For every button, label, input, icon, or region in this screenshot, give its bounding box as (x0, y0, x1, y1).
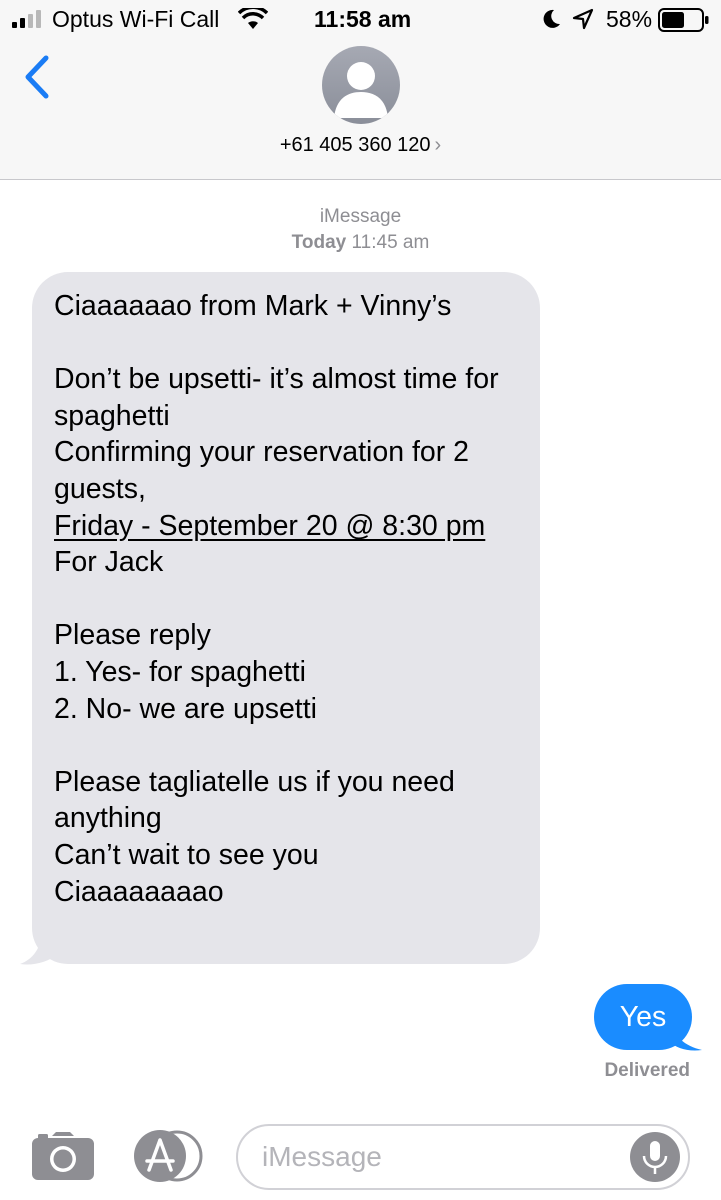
message-line: Confirming your reservation for 2 guests… (54, 436, 477, 505)
dictation-button[interactable] (630, 1132, 680, 1182)
message-timestamp: Today 11:45 am (0, 232, 721, 254)
battery-percent: 58% (606, 6, 653, 32)
chevron-right-icon: › (434, 134, 442, 156)
contact-avatar[interactable] (322, 46, 400, 124)
carrier-name: Optus Wi-Fi Call (52, 6, 220, 32)
status-bar: Optus Wi-Fi Call 11:58 am 58% (0, 0, 721, 40)
contact-phone-number: +61 405 360 120 (279, 134, 431, 156)
back-button[interactable] (18, 52, 58, 102)
message-input[interactable] (236, 1124, 690, 1190)
contact-name-button[interactable]: +61 405 360 120 › (0, 134, 721, 157)
location-arrow-icon (572, 8, 594, 30)
message-line: Ciaaaaaaaao (54, 875, 224, 908)
message-line: Ciaaaaaao from Mark + Vinny’s (54, 290, 452, 322)
service-label: iMessage (319, 206, 402, 227)
signal-strength-icon (12, 10, 41, 28)
person-silhouette-icon (334, 62, 388, 118)
message-line: Please reply (54, 619, 211, 652)
timestamp-day: Today (291, 232, 347, 253)
delivery-status: Delivered (604, 1060, 690, 1081)
message-line: Can’t wait to see you (54, 838, 319, 871)
battery-icon (658, 8, 709, 32)
camera-icon (32, 1132, 94, 1180)
camera-button[interactable] (32, 1132, 94, 1180)
app-store-icon (134, 1130, 203, 1182)
incoming-message-bubble[interactable]: Ciaaaaaao from Mark + Vinny’s Don’t be u… (32, 272, 540, 964)
wifi-icon (238, 8, 268, 29)
message-line: For Jack (54, 546, 164, 579)
do-not-disturb-icon (543, 9, 560, 28)
message-line: 2. No- we are upsetti (54, 692, 317, 725)
date-link[interactable]: Friday - September 20 @ 8:30 pm (54, 508, 518, 545)
conversation-header: Optus Wi-Fi Call 11:58 am 58% +61 405 36… (0, 0, 721, 180)
message-line: 1. Yes- for spaghetti (54, 655, 306, 688)
message-line: Please tagliatelle us if you need anythi… (54, 765, 463, 835)
microphone-icon (642, 1141, 668, 1174)
app-store-button[interactable] (134, 1130, 204, 1182)
timestamp-time: 11:45 am (351, 232, 430, 253)
status-time: 11:58 am (314, 6, 412, 32)
message-line: Don’t be upsetti- it’s almost time for s… (54, 363, 507, 432)
outgoing-message-bubble[interactable]: Yes (594, 984, 692, 1050)
